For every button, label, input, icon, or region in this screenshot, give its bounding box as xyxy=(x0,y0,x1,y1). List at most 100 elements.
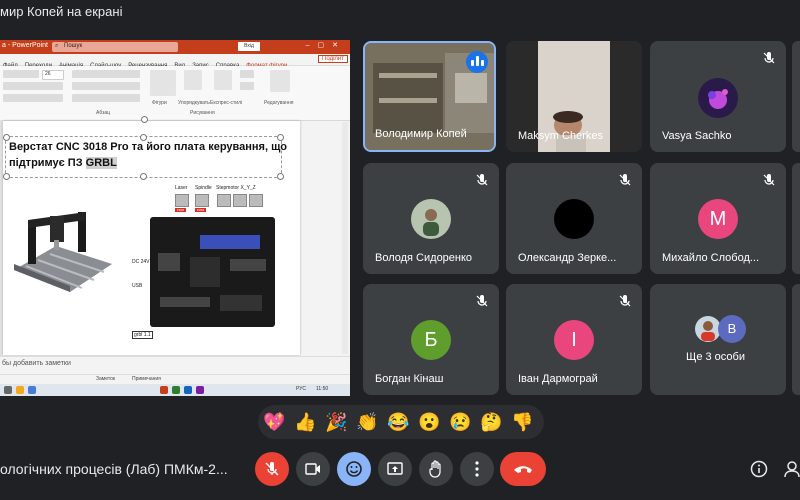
rotate-handle xyxy=(141,116,148,123)
partial-tile xyxy=(792,284,800,395)
editing-icon xyxy=(270,70,290,92)
drawing-label: Рисування xyxy=(190,110,215,116)
resize-handle xyxy=(3,173,10,180)
arrange-icon xyxy=(184,70,202,90)
arrange-label: Упорядкувать xyxy=(178,100,210,106)
participant-name: Іван Дармограй xyxy=(518,373,598,385)
resize-handle xyxy=(277,173,284,180)
camera-toggle-button[interactable] xyxy=(296,452,330,486)
reaction-clap[interactable]: 👏 xyxy=(356,411,378,433)
participant-name: Олександр Зерке... xyxy=(518,252,617,264)
reaction-thumbs-down[interactable]: 👎 xyxy=(511,411,533,433)
quick-styles-icon xyxy=(214,70,232,90)
emoji-icon xyxy=(346,461,362,477)
outline-icon xyxy=(240,82,254,90)
avatar: В xyxy=(718,315,746,343)
participant-tile[interactable]: І Іван Дармограй xyxy=(506,284,642,395)
mic-off-icon xyxy=(619,295,631,307)
pwm-label-1: PWM xyxy=(175,208,186,212)
label-usb: USB xyxy=(132,283,143,289)
end-call-button[interactable] xyxy=(500,452,546,486)
raise-hand-button[interactable] xyxy=(419,452,453,486)
avatar: Б xyxy=(411,320,451,360)
taskbar-lang: РУС xyxy=(296,386,307,392)
taskbar-app xyxy=(184,386,192,394)
search-placeholder: Пошук xyxy=(64,43,83,49)
participant-tile[interactable]: Володя Сидоренко xyxy=(363,163,499,274)
resize-handle xyxy=(3,134,10,141)
taskbar-app xyxy=(28,386,36,394)
power-connector xyxy=(158,253,180,271)
taskbar-app xyxy=(196,386,204,394)
reaction-thinking[interactable]: 🤔 xyxy=(480,411,502,433)
participant-tile[interactable]: М Михайло Слобод... xyxy=(650,163,786,274)
paragraph-row1 xyxy=(72,70,140,78)
powerpoint-titlebar: а - PowerPoint ⌕ Пошук Вхід –▢✕ xyxy=(0,40,350,54)
stepper-drivers xyxy=(230,259,266,271)
shapes-gallery xyxy=(150,70,176,96)
format-row xyxy=(3,82,63,90)
info-icon[interactable] xyxy=(750,460,768,478)
participant-tile[interactable]: Б Богдан Кінаш xyxy=(363,284,499,395)
speaking-indicator-icon xyxy=(466,51,488,73)
partial-tile xyxy=(792,41,800,152)
mic-off-icon xyxy=(763,174,775,186)
reaction-laugh[interactable]: 😂 xyxy=(387,411,409,433)
people-icon[interactable] xyxy=(784,460,800,478)
reactions-button[interactable] xyxy=(337,452,371,486)
reaction-surprised[interactable]: 😮 xyxy=(418,411,440,433)
screen-share[interactable]: а - PowerPoint ⌕ Пошук Вхід –▢✕ ФайлПере… xyxy=(0,40,350,396)
stepper-y xyxy=(233,194,247,207)
label-grbl: grbl 1.1 xyxy=(132,331,153,339)
more-options-button[interactable] xyxy=(460,452,494,486)
reaction-sad[interactable]: 😢 xyxy=(449,411,471,433)
avatar: М xyxy=(698,199,738,239)
window-buttons: –▢✕ xyxy=(305,42,346,49)
avatar xyxy=(698,78,738,118)
taskbar-app xyxy=(16,386,24,394)
mic-toggle-button[interactable] xyxy=(255,452,289,486)
slide-title-prefix: підтримує ПЗ xyxy=(9,157,86,169)
taskbar-app xyxy=(160,386,168,394)
windows-taskbar: РУС 11:50 xyxy=(0,384,350,396)
resize-handle xyxy=(277,134,284,141)
more-participants-tile[interactable]: В Ще 3 особи xyxy=(650,284,786,395)
notes-pane: бы добавить заметки xyxy=(0,356,350,375)
pwm-label-2: PWM xyxy=(195,208,206,212)
taskbar-time: 11:50 xyxy=(316,386,329,392)
partial-tile xyxy=(792,163,800,274)
slide-title-line2: підтримує ПЗ GRBL xyxy=(9,157,117,169)
font-size-box: 26 xyxy=(42,70,64,80)
label-spindle: Spindle xyxy=(195,185,212,191)
driver-block xyxy=(200,235,260,249)
label-laser: Laser xyxy=(175,185,188,191)
paragraph-row2 xyxy=(72,82,140,90)
participant-tile[interactable]: Maksym Cherkes xyxy=(506,41,642,152)
sign-in-button: Вхід xyxy=(238,42,260,51)
participant-tile[interactable]: Vasya Sachko xyxy=(650,41,786,152)
participant-name: Володя Сидоренко xyxy=(375,252,473,264)
reaction-heart[interactable]: 💖 xyxy=(263,411,285,433)
hang-up-icon xyxy=(514,466,532,473)
avatar xyxy=(554,199,594,239)
reaction-party[interactable]: 🎉 xyxy=(325,411,347,433)
mcu xyxy=(190,257,220,287)
present-button[interactable] xyxy=(378,452,412,486)
participant-name: Vasya Sachko xyxy=(662,130,732,142)
powerpoint-search: ⌕ Пошук xyxy=(52,42,178,52)
reaction-thumbs-up[interactable]: 👍 xyxy=(294,411,316,433)
font-box xyxy=(3,70,39,78)
ribbon: 26 Абзац Фігури Упорядкувать Експрес-сти… xyxy=(0,66,350,121)
slide-title-box: Верстат CNC 3018 Pro та його плата керув… xyxy=(3,134,287,180)
participant-tile-speaking[interactable]: Володимир Копей xyxy=(363,41,496,152)
taskbar-app xyxy=(172,386,180,394)
present-screen-icon xyxy=(387,462,403,475)
participant-tile[interactable]: Олександр Зерке... xyxy=(506,163,642,274)
mic-off-icon xyxy=(763,52,775,64)
participant-name: Богдан Кінаш xyxy=(375,373,444,385)
color-row xyxy=(3,94,63,102)
slide-title-grbl: GRBL xyxy=(85,157,117,169)
paragraph-row3 xyxy=(72,94,140,102)
mic-off-icon xyxy=(476,295,488,307)
powerpoint-title: а - PowerPoint xyxy=(2,42,48,49)
